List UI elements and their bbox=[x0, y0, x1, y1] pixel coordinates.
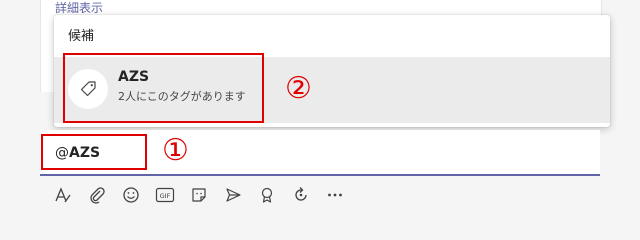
praise-icon bbox=[258, 186, 276, 204]
emoji-icon bbox=[122, 186, 140, 204]
paperclip-icon bbox=[88, 186, 106, 204]
loop-icon bbox=[292, 186, 310, 204]
compose-toolbar: GIF bbox=[40, 178, 600, 212]
sticker-button[interactable] bbox=[182, 180, 216, 210]
annotation-marker-2: ② bbox=[285, 71, 312, 106]
gif-icon: GIF bbox=[155, 186, 175, 204]
attach-button[interactable] bbox=[80, 180, 114, 210]
format-text-icon bbox=[54, 186, 72, 204]
sticker-icon bbox=[190, 186, 208, 204]
emoji-button[interactable] bbox=[114, 180, 148, 210]
more-options-icon bbox=[326, 186, 344, 204]
loop-button[interactable] bbox=[284, 180, 318, 210]
svg-text:GIF: GIF bbox=[160, 192, 171, 200]
format-button[interactable] bbox=[46, 180, 80, 210]
annotation-marker-1: ① bbox=[162, 133, 189, 168]
gif-button[interactable]: GIF bbox=[148, 180, 182, 210]
praise-button[interactable] bbox=[250, 180, 284, 210]
suggestion-header: 候補 bbox=[68, 29, 95, 44]
annotation-box-2 bbox=[63, 53, 264, 123]
detail-link[interactable]: 詳細表示 bbox=[55, 1, 103, 15]
meet-now-icon bbox=[224, 186, 242, 204]
meet-now-button[interactable] bbox=[216, 180, 250, 210]
more-options-button[interactable] bbox=[318, 180, 352, 210]
annotation-box-1 bbox=[41, 134, 147, 170]
